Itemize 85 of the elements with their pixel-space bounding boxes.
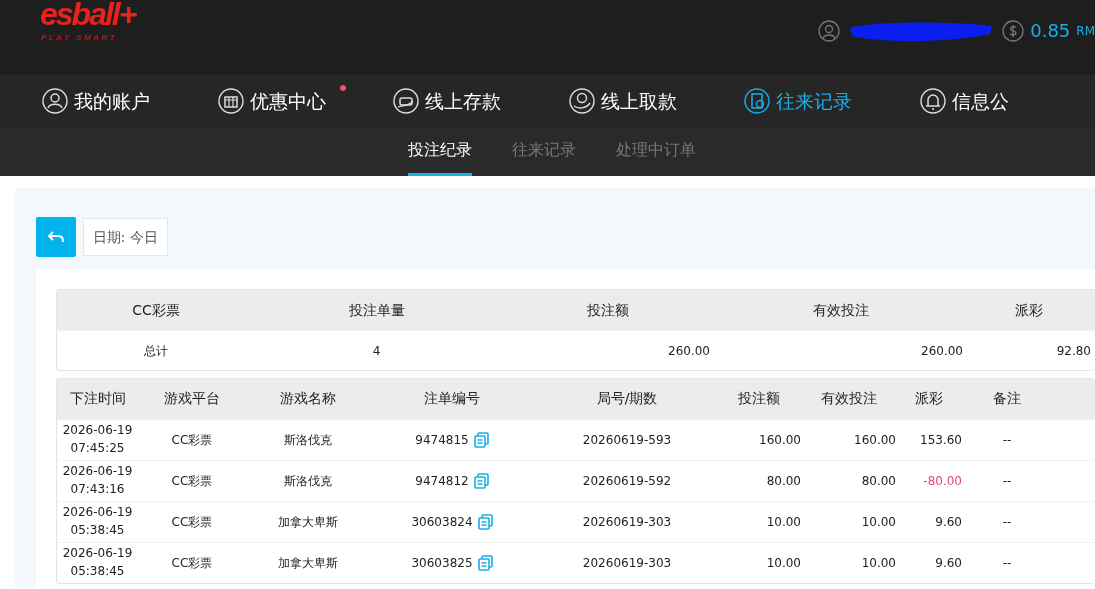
column-header: 注单编号: [423, 389, 481, 408]
column-header: 下注时间: [68, 389, 127, 408]
table-cell-text: 10.00: [765, 513, 801, 531]
table-cell: 05:38:45: [70, 562, 125, 580]
copy-icon[interactable]: [473, 431, 489, 448]
table-cell-text: 4: [371, 342, 382, 360]
table-cell-text: --: [1001, 472, 1013, 490]
table-cell-text: 10.00: [860, 513, 896, 531]
gift-icon: [217, 88, 244, 114]
user-icon: [818, 19, 841, 42]
table-cell-text: 9474815: [415, 431, 469, 449]
table-cell-text: 斯洛伐克: [283, 472, 333, 490]
table-cell-text: 160.00: [853, 431, 896, 449]
table-cell-text: 80.00: [765, 472, 801, 490]
table-cell-text: --: [1001, 554, 1013, 572]
back-arrow-icon: [47, 230, 65, 244]
table-cell-text: 160.00: [758, 431, 801, 449]
nav-item[interactable]: 我的账户: [42, 86, 218, 116]
balance: 0.85: [1030, 19, 1071, 43]
column-header: 局号/期数: [595, 389, 659, 408]
table-cell-text: 260.00: [667, 342, 711, 360]
column-header: 投注额: [586, 300, 630, 320]
table-cell-text: --: [1001, 513, 1013, 531]
tab[interactable]: 投注纪录: [407, 127, 472, 176]
table-cell-text: 30603825: [411, 554, 473, 572]
logo[interactable]: esball+: [40, 0, 136, 33]
table-cell-text: 153.60: [919, 431, 962, 449]
table-cell-text: 加拿大卑斯: [277, 513, 339, 531]
column-header: 游戏名称: [279, 389, 337, 408]
bell-icon: [919, 88, 946, 114]
column-header: 有效投注: [819, 389, 878, 408]
copy-icon[interactable]: [477, 513, 493, 530]
column-header: 派彩: [1014, 300, 1044, 320]
table-cell: 07:43:16: [70, 480, 125, 498]
nav-item[interactable]: 往来记录: [744, 86, 920, 116]
table-cell-text: CC彩票: [170, 554, 214, 572]
table-cell: 2026-06-19: [62, 504, 133, 522]
wallet-icon: [393, 88, 419, 114]
table-cell-text: 20260619-592: [581, 472, 673, 490]
table-cell-text: -80.00: [922, 472, 962, 490]
currency: RM: [1076, 22, 1095, 40]
user-icon: [42, 88, 68, 114]
back-button[interactable]: [36, 217, 76, 257]
date-filter[interactable]: 日期: 今日: [82, 218, 168, 256]
table-cell-text: CC彩票: [170, 431, 214, 449]
nav-item[interactable]: 线上取款: [568, 86, 744, 116]
table-cell-text: 加拿大卑斯: [277, 554, 339, 572]
document-icon: [744, 88, 770, 114]
column-header: 投注额: [737, 389, 781, 408]
dollar-icon: [1002, 19, 1025, 42]
table-cell-text: 斯洛伐克: [283, 431, 333, 449]
column-header: 备注: [992, 389, 1022, 408]
table-cell-text: 10.00: [765, 554, 801, 572]
column-header: 游戏平台: [163, 389, 221, 408]
table-cell-text: 9.60: [934, 554, 962, 572]
table-cell-text: 92.80: [1055, 342, 1092, 360]
table-cell: 2026-06-19: [62, 463, 133, 481]
nav-item[interactable]: 优惠中心: [217, 86, 393, 116]
table-cell: 05:38:45: [70, 521, 125, 539]
table-cell-text: 9474812: [415, 472, 469, 490]
column-header: 投注单量: [347, 300, 406, 320]
table-cell: 2026-06-19: [62, 422, 133, 440]
table-cell-text: 80.00: [860, 472, 896, 490]
table-cell-text: 30603824: [411, 513, 473, 531]
table-cell-text: 20260619-303: [581, 554, 673, 572]
table-cell-text: 9.60: [934, 513, 962, 531]
table-cell-text: 总计: [143, 342, 169, 360]
table-cell-text: 20260619-593: [581, 431, 673, 449]
column-header: CC彩票: [131, 300, 181, 320]
nav-item[interactable]: 信息公: [919, 86, 1095, 116]
tagline: PLAY SMART: [41, 33, 118, 42]
column-header: 派彩: [914, 389, 944, 408]
table-cell: 2026-06-19: [62, 545, 133, 563]
nav-item[interactable]: 线上存款: [393, 86, 569, 116]
table-cell-text: --: [1001, 431, 1013, 449]
table-cell-text: CC彩票: [170, 513, 214, 531]
copy-icon[interactable]: [477, 554, 493, 571]
copy-icon[interactable]: [473, 472, 489, 489]
column-header: 有效投注: [811, 300, 870, 320]
table-cell-text: 20260619-303: [581, 513, 673, 531]
table-cell-text: 260.00: [920, 342, 963, 360]
table-cell-text: CC彩票: [170, 472, 214, 490]
table-cell: 07:45:25: [70, 439, 125, 457]
coin-hand-icon: [568, 88, 595, 114]
table-cell-text: 10.00: [860, 554, 896, 572]
